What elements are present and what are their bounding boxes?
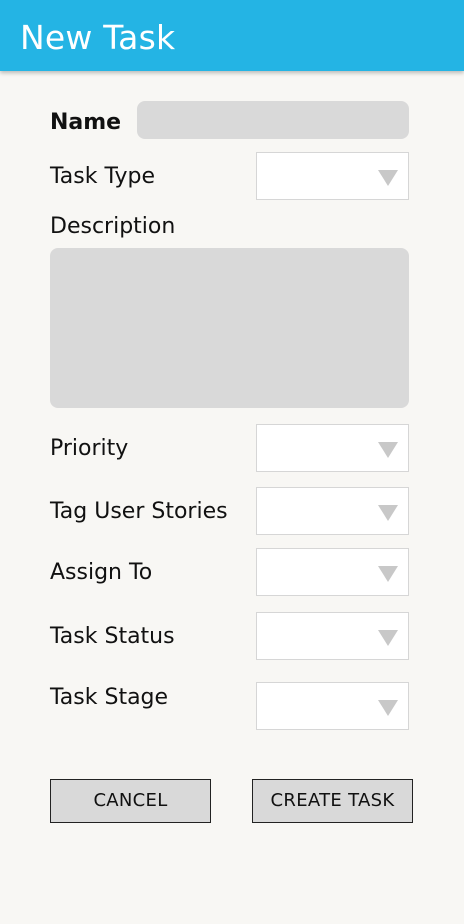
chevron-down-icon (378, 170, 398, 186)
name-input[interactable] (137, 101, 409, 139)
description-textarea[interactable] (50, 248, 409, 408)
app-bar: New Task (0, 0, 464, 71)
cancel-button[interactable]: CANCEL (50, 779, 211, 823)
task-stage-dropdown[interactable] (256, 682, 409, 730)
chevron-down-icon (378, 566, 398, 582)
task-type-dropdown[interactable] (256, 152, 409, 200)
assign-to-dropdown[interactable] (256, 548, 409, 596)
priority-dropdown[interactable] (256, 424, 409, 472)
task-stage-label: Task Stage (50, 685, 169, 710)
tag-user-stories-label: Tag User Stories (50, 499, 228, 524)
chevron-down-icon (378, 442, 398, 458)
chevron-down-icon (378, 630, 398, 646)
name-label: Name (50, 110, 122, 135)
chevron-down-icon (378, 505, 398, 521)
chevron-down-icon (378, 700, 398, 716)
task-type-label: Task Type (50, 164, 156, 189)
task-status-dropdown[interactable] (256, 612, 409, 660)
assign-to-label: Assign To (50, 560, 153, 585)
description-label: Description (50, 214, 176, 239)
task-status-label: Task Status (50, 624, 175, 649)
priority-label: Priority (50, 436, 129, 461)
page-title: New Task (20, 18, 176, 57)
create-task-button[interactable]: CREATE TASK (252, 779, 413, 823)
tag-user-stories-dropdown[interactable] (256, 487, 409, 535)
